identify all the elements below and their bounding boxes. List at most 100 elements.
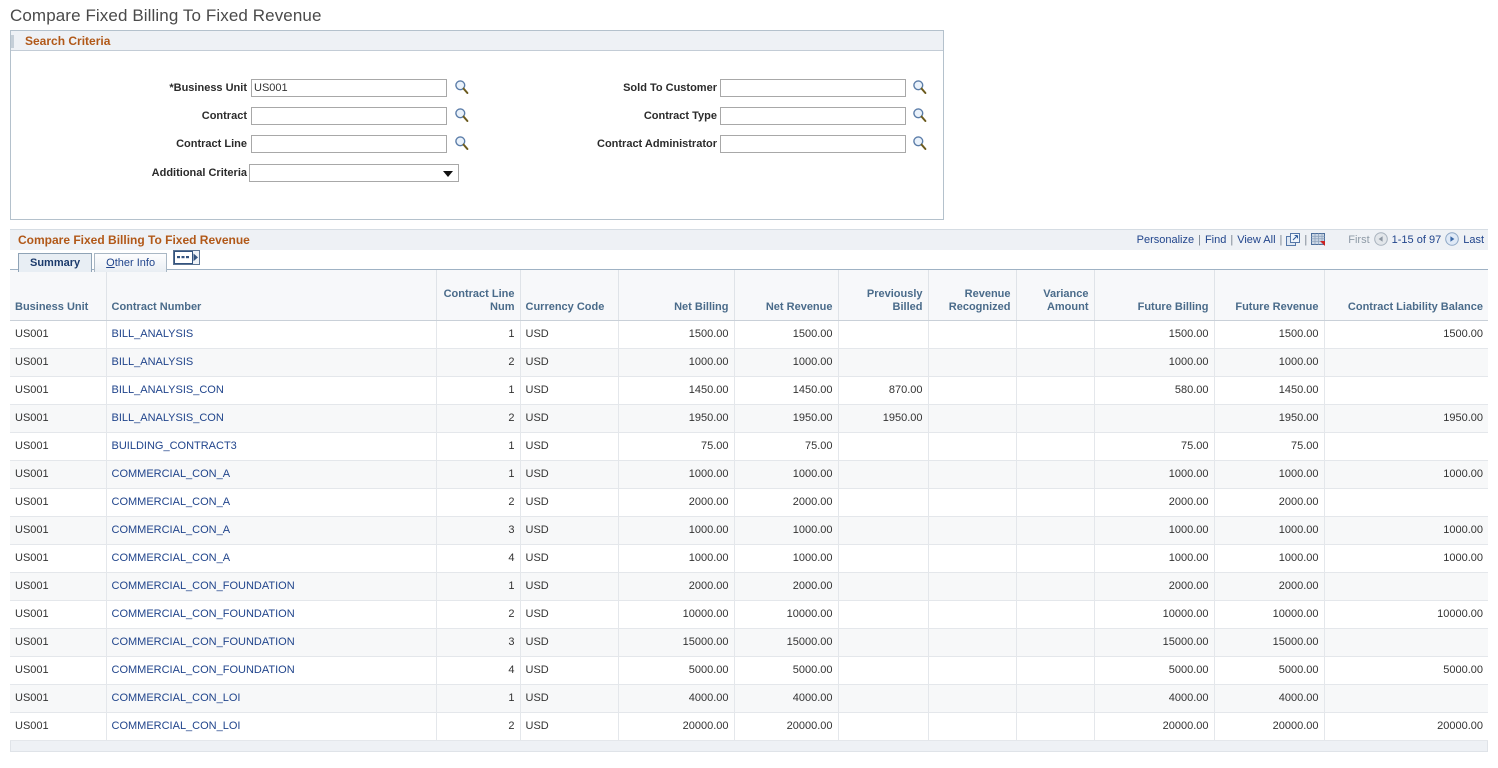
contract-number-link[interactable]: COMMERCIAL_CON_FOUNDATION (112, 580, 295, 592)
field-contract-line: Contract Line (11, 135, 247, 153)
cell-business-unit: US001 (10, 460, 106, 488)
cell-revenue-recognized (928, 348, 1016, 376)
cell-business-unit: US001 (10, 656, 106, 684)
next-page-arrow-icon[interactable] (1445, 232, 1459, 246)
col-header-future-billing[interactable]: Future Billing (1094, 270, 1214, 320)
cell-contract-liability-balance: 1500.00 (1324, 320, 1488, 348)
cell-revenue-recognized (928, 628, 1016, 656)
grid-title: Compare Fixed Billing To Fixed Revenue (10, 233, 250, 247)
col-header-currency-code[interactable]: Currency Code (520, 270, 618, 320)
col-header-contract-number[interactable]: Contract Number (106, 270, 436, 320)
cell-contract-liability-balance: 1000.00 (1324, 544, 1488, 572)
contract-number-link[interactable]: BILL_ANALYSIS (112, 356, 194, 368)
business-unit-lookup-icon[interactable] (454, 79, 469, 95)
cell-variance-amount (1016, 516, 1094, 544)
col-header-variance-amount[interactable]: Variance Amount (1016, 270, 1094, 320)
cell-business-unit: US001 (10, 320, 106, 348)
contract-input[interactable] (251, 107, 447, 125)
contract-number-link[interactable]: COMMERCIAL_CON_A (112, 496, 231, 508)
sold-to-customer-input[interactable] (720, 79, 906, 97)
contract-number-link[interactable]: BUILDING_CONTRACT3 (112, 440, 237, 452)
cell-net-billing: 2000.00 (618, 488, 734, 516)
cell-revenue-recognized (928, 404, 1016, 432)
cell-contract-number: COMMERCIAL_CON_FOUNDATION (106, 628, 436, 656)
contract-type-lookup-icon[interactable] (912, 107, 927, 123)
cell-contract-liability-balance: 10000.00 (1324, 600, 1488, 628)
contract-number-link[interactable]: BILL_ANALYSIS (112, 328, 194, 340)
cell-previously-billed: 1950.00 (838, 404, 928, 432)
search-criteria-panel: Search Criteria *Business Unit Contract … (10, 30, 944, 220)
cell-net-revenue: 1000.00 (734, 516, 838, 544)
col-header-previously-billed[interactable]: Previously Billed (838, 270, 928, 320)
cell-currency-code: USD (520, 516, 618, 544)
contract-line-lookup-icon[interactable] (454, 135, 469, 151)
show-all-columns-icon[interactable] (173, 250, 200, 265)
business-unit-input[interactable] (251, 79, 447, 97)
cell-future-revenue: 1950.00 (1214, 404, 1324, 432)
contract-type-input[interactable] (720, 107, 906, 125)
cell-previously-billed (838, 320, 928, 348)
contract-line-input[interactable] (251, 135, 447, 153)
cell-future-billing: 5000.00 (1094, 656, 1214, 684)
first-page-link[interactable]: First (1348, 234, 1369, 246)
cell-future-billing (1094, 404, 1214, 432)
contract-number-link[interactable]: BILL_ANALYSIS_CON (112, 384, 224, 396)
cell-net-revenue: 75.00 (734, 432, 838, 460)
contract-number-link[interactable]: COMMERCIAL_CON_A (112, 524, 231, 536)
contract-administrator-label: Contract Administrator (597, 135, 717, 153)
last-page-link[interactable]: Last (1463, 234, 1484, 246)
previous-page-arrow-icon[interactable] (1374, 232, 1388, 246)
col-header-contract-line-num[interactable]: Contract Line Num (436, 270, 520, 320)
contract-number-link[interactable]: COMMERCIAL_CON_FOUNDATION (112, 608, 295, 620)
view-all-link[interactable]: View All (1237, 234, 1275, 246)
cell-net-revenue: 2000.00 (734, 488, 838, 516)
toolbar-separator: | (1226, 234, 1237, 246)
tab-other-info[interactable]: Other Info (94, 253, 167, 272)
tab-summary[interactable]: Summary (18, 253, 92, 272)
cell-revenue-recognized (928, 320, 1016, 348)
sold-to-customer-lookup-icon[interactable] (912, 79, 927, 95)
cell-contract-number: COMMERCIAL_CON_FOUNDATION (106, 600, 436, 628)
col-header-net-billing[interactable]: Net Billing (618, 270, 734, 320)
contract-number-link[interactable]: COMMERCIAL_CON_A (112, 468, 231, 480)
col-header-contract-liability-balance[interactable]: Contract Liability Balance (1324, 270, 1488, 320)
cell-future-revenue: 15000.00 (1214, 628, 1324, 656)
contract-number-link[interactable]: COMMERCIAL_CON_A (112, 552, 231, 564)
contract-number-link[interactable]: BILL_ANALYSIS_CON (112, 412, 224, 424)
contract-number-link[interactable]: COMMERCIAL_CON_FOUNDATION (112, 636, 295, 648)
contract-number-link[interactable]: COMMERCIAL_CON_LOI (112, 692, 241, 704)
contract-administrator-lookup-icon[interactable] (912, 135, 927, 151)
cell-revenue-recognized (928, 656, 1016, 684)
cell-contract-number: BILL_ANALYSIS_CON (106, 404, 436, 432)
cell-contract-number: COMMERCIAL_CON_A (106, 488, 436, 516)
col-header-business-unit[interactable]: Business Unit (10, 270, 106, 320)
cell-currency-code: USD (520, 572, 618, 600)
cell-net-revenue: 1000.00 (734, 460, 838, 488)
table-row: US001COMMERCIAL_CON_FOUNDATION3USD15000.… (10, 628, 1488, 656)
cell-net-billing: 4000.00 (618, 684, 734, 712)
personalize-link[interactable]: Personalize (1137, 234, 1194, 246)
col-header-future-revenue[interactable]: Future Revenue (1214, 270, 1324, 320)
additional-criteria-select[interactable] (249, 164, 459, 182)
cell-future-revenue: 1000.00 (1214, 516, 1324, 544)
cell-net-revenue: 5000.00 (734, 656, 838, 684)
cell-previously-billed (838, 432, 928, 460)
table-row: US001COMMERCIAL_CON_A3USD1000.001000.001… (10, 516, 1488, 544)
cell-future-billing: 1000.00 (1094, 516, 1214, 544)
cell-previously-billed (838, 488, 928, 516)
contract-number-link[interactable]: COMMERCIAL_CON_LOI (112, 720, 241, 732)
cell-business-unit: US001 (10, 488, 106, 516)
cell-future-billing: 75.00 (1094, 432, 1214, 460)
col-header-revenue-recognized[interactable]: Revenue Recognized (928, 270, 1016, 320)
contract-administrator-input[interactable] (720, 135, 906, 153)
cell-variance-amount (1016, 376, 1094, 404)
cell-revenue-recognized (928, 572, 1016, 600)
cell-contract-line-num: 1 (436, 460, 520, 488)
contract-lookup-icon[interactable] (454, 107, 469, 123)
cell-currency-code: USD (520, 656, 618, 684)
cell-business-unit: US001 (10, 404, 106, 432)
contract-number-link[interactable]: COMMERCIAL_CON_FOUNDATION (112, 664, 295, 676)
sold-to-customer-label: Sold To Customer (623, 79, 717, 97)
find-link[interactable]: Find (1205, 234, 1226, 246)
col-header-net-revenue[interactable]: Net Revenue (734, 270, 838, 320)
